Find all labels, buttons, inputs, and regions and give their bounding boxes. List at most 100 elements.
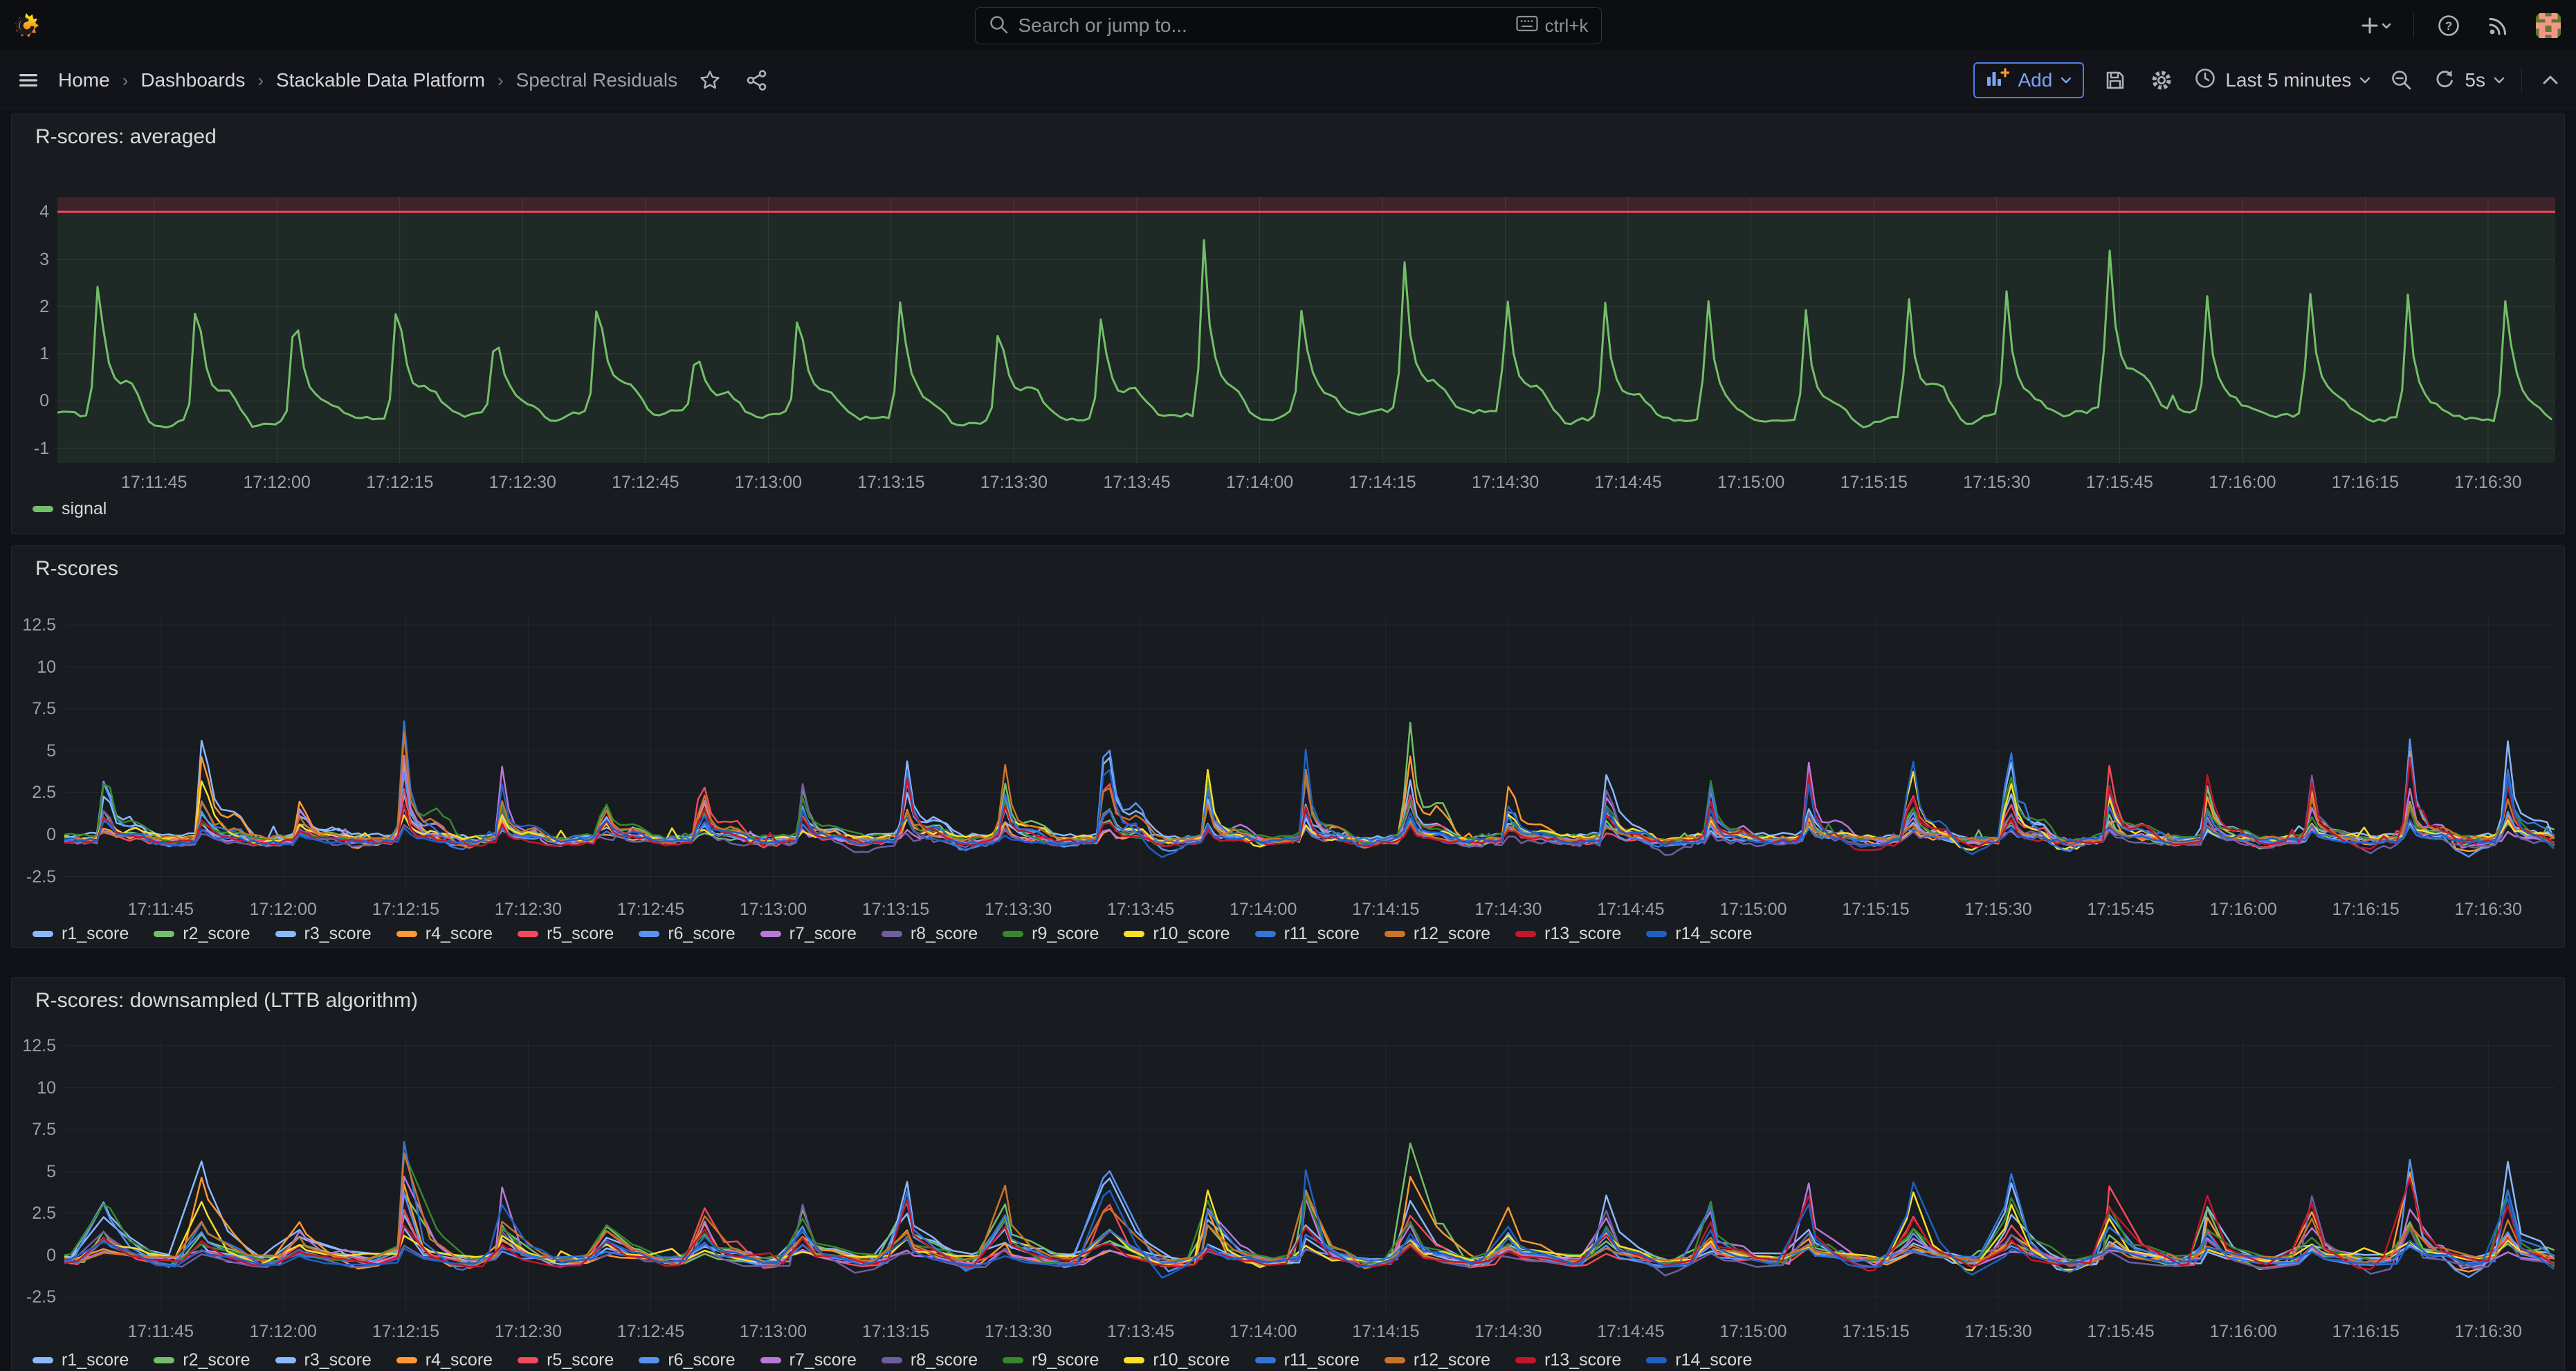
legend-item-r2_score[interactable]: r2_score [154,1350,250,1370]
y-tick-label: 1 [12,344,49,363]
legend-series-label: r11_score [1284,1350,1360,1370]
user-avatar[interactable] [2533,10,2564,41]
legend-item-r1_score[interactable]: r1_score [33,924,129,944]
breadcrumb-home[interactable]: Home [58,69,110,91]
legend-item-r5_score[interactable]: r5_score [518,1350,614,1370]
keyboard-icon [1516,15,1538,37]
legend-item-r9_score[interactable]: r9_score [1003,924,1099,944]
x-tick-label: 17:15:30 [1948,473,2045,493]
legend-item-signal[interactable]: signal [33,499,107,519]
grafana-logo-icon[interactable] [11,10,42,41]
collapse-toolbar-chevron-up-icon[interactable] [2539,71,2562,89]
legend-series-label: r6_score [668,1350,735,1370]
legend-item-r5_score[interactable]: r5_score [518,924,614,944]
breadcrumb-folder[interactable]: Stackable Data Platform [276,69,485,91]
legend-item-r14_score[interactable]: r14_score [1646,924,1752,944]
legend-series-label: r10_score [1153,924,1230,944]
legend-item-r4_score[interactable]: r4_score [396,924,493,944]
legend-series-label: r7_score [789,924,857,944]
legend-series-label: r3_score [304,924,372,944]
save-dashboard-icon[interactable] [2101,66,2130,95]
panel-title[interactable]: R-scores [35,557,118,581]
x-tick-label: 17:14:00 [1212,473,1308,493]
breadcrumb-separator: › [257,70,264,91]
nav-divider [2413,13,2414,38]
legend-series-label: r2_score [183,924,250,944]
legend-item-r14_score[interactable]: r14_score [1646,1350,1752,1370]
legend: signal [33,499,107,519]
x-tick-label: 17:11:45 [112,900,209,920]
y-tick-label: -2.5 [12,1287,56,1307]
search-input[interactable]: Search or jump to... ctrl+k [975,7,1602,44]
y-axis-labels: 12.5107.552.50-2.5 [12,1037,56,1312]
legend-item-r3_score[interactable]: r3_score [275,924,372,944]
x-tick-label: 17:12:00 [228,473,325,493]
x-tick-label: 17:14:15 [1334,473,1431,493]
legend-item-r7_score[interactable]: r7_score [760,1350,857,1370]
legend-item-r9_score[interactable]: r9_score [1003,1350,1099,1370]
legend-item-r12_score[interactable]: r12_score [1385,924,1490,944]
x-tick-label: 17:11:45 [106,473,203,493]
x-tick-label: 17:12:15 [357,1322,454,1342]
legend-series-label: r12_score [1414,924,1490,944]
dashboard-settings-gear-icon[interactable] [2146,65,2177,96]
legend-series-marker [275,1357,296,1363]
legend-item-r6_score[interactable]: r6_score [639,924,735,944]
legend-item-r8_score[interactable]: r8_score [881,924,978,944]
legend-item-r12_score[interactable]: r12_score [1385,1350,1490,1370]
legend-item-r1_score[interactable]: r1_score [33,1350,129,1370]
legend-series-marker [1003,931,1023,937]
zoom-out-icon[interactable] [2387,66,2416,95]
favorite-star-icon[interactable] [695,66,724,95]
x-tick-label: 17:15:30 [1950,900,2047,920]
x-tick-label: 17:12:45 [602,900,699,920]
legend-item-r6_score[interactable]: r6_score [639,1350,735,1370]
legend-item-r3_score[interactable]: r3_score [275,1350,372,1370]
x-tick-label: 17:14:00 [1215,900,1312,920]
x-tick-label: 17:12:00 [235,900,331,920]
panel-title[interactable]: R-scores: averaged [35,125,217,149]
y-tick-label: -1 [12,439,49,458]
legend-item-r11_score[interactable]: r11_score [1255,924,1360,944]
y-tick-label: 12.5 [12,1036,56,1055]
x-tick-label: 17:12:00 [235,1322,331,1342]
nav-right-cluster: ? [2357,0,2564,51]
x-tick-label: 17:15:45 [2072,1322,2169,1342]
x-tick-label: 17:13:30 [965,473,1062,493]
breadcrumb-separator: › [497,70,504,91]
new-item-button[interactable] [2357,11,2394,40]
refresh-interval-picker[interactable]: 5s [2433,66,2505,95]
legend-item-r8_score[interactable]: r8_score [881,1350,978,1370]
mega-menu-icon[interactable] [14,66,43,95]
time-series-plot[interactable] [64,617,2555,890]
legend-item-r10_score[interactable]: r10_score [1124,1350,1230,1370]
news-rss-icon[interactable] [2483,10,2514,41]
time-range-picker[interactable]: Last 5 minutes [2193,66,2371,95]
legend-series-marker [33,1357,53,1363]
legend-item-r7_score[interactable]: r7_score [760,924,857,944]
legend-item-r13_score[interactable]: r13_score [1515,1350,1621,1370]
x-tick-label: 17:13:30 [970,900,1067,920]
x-tick-label: 17:16:15 [2317,1322,2414,1342]
help-icon[interactable]: ? [2433,10,2464,41]
legend-item-r13_score[interactable]: r13_score [1515,924,1621,944]
time-series-plot[interactable] [57,197,2555,463]
legend-item-r10_score[interactable]: r10_score [1124,924,1230,944]
legend-item-r4_score[interactable]: r4_score [396,1350,493,1370]
legend-series-marker [1385,931,1405,937]
legend-item-r11_score[interactable]: r11_score [1255,1350,1360,1370]
panel-title[interactable]: R-scores: downsampled (LTTB algorithm) [35,989,418,1013]
add-panel-button[interactable]: Add [1973,62,2084,98]
legend-series-marker [639,1357,659,1363]
breadcrumb-dashboards[interactable]: Dashboards [140,69,245,91]
x-tick-label: 17:12:45 [602,1322,699,1342]
legend-item-r2_score[interactable]: r2_score [154,924,250,944]
time-series-plot[interactable] [64,1037,2555,1312]
legend-series-marker [1003,1357,1023,1363]
y-tick-label: 2 [12,297,49,316]
toolbar-divider [2521,68,2522,93]
x-tick-label: 17:15:45 [2072,900,2169,920]
share-icon[interactable] [742,66,771,95]
legend-series-label: r14_score [1675,924,1752,944]
x-axis-labels: 17:11:4517:12:0017:12:1517:12:3017:12:45… [64,900,2555,920]
